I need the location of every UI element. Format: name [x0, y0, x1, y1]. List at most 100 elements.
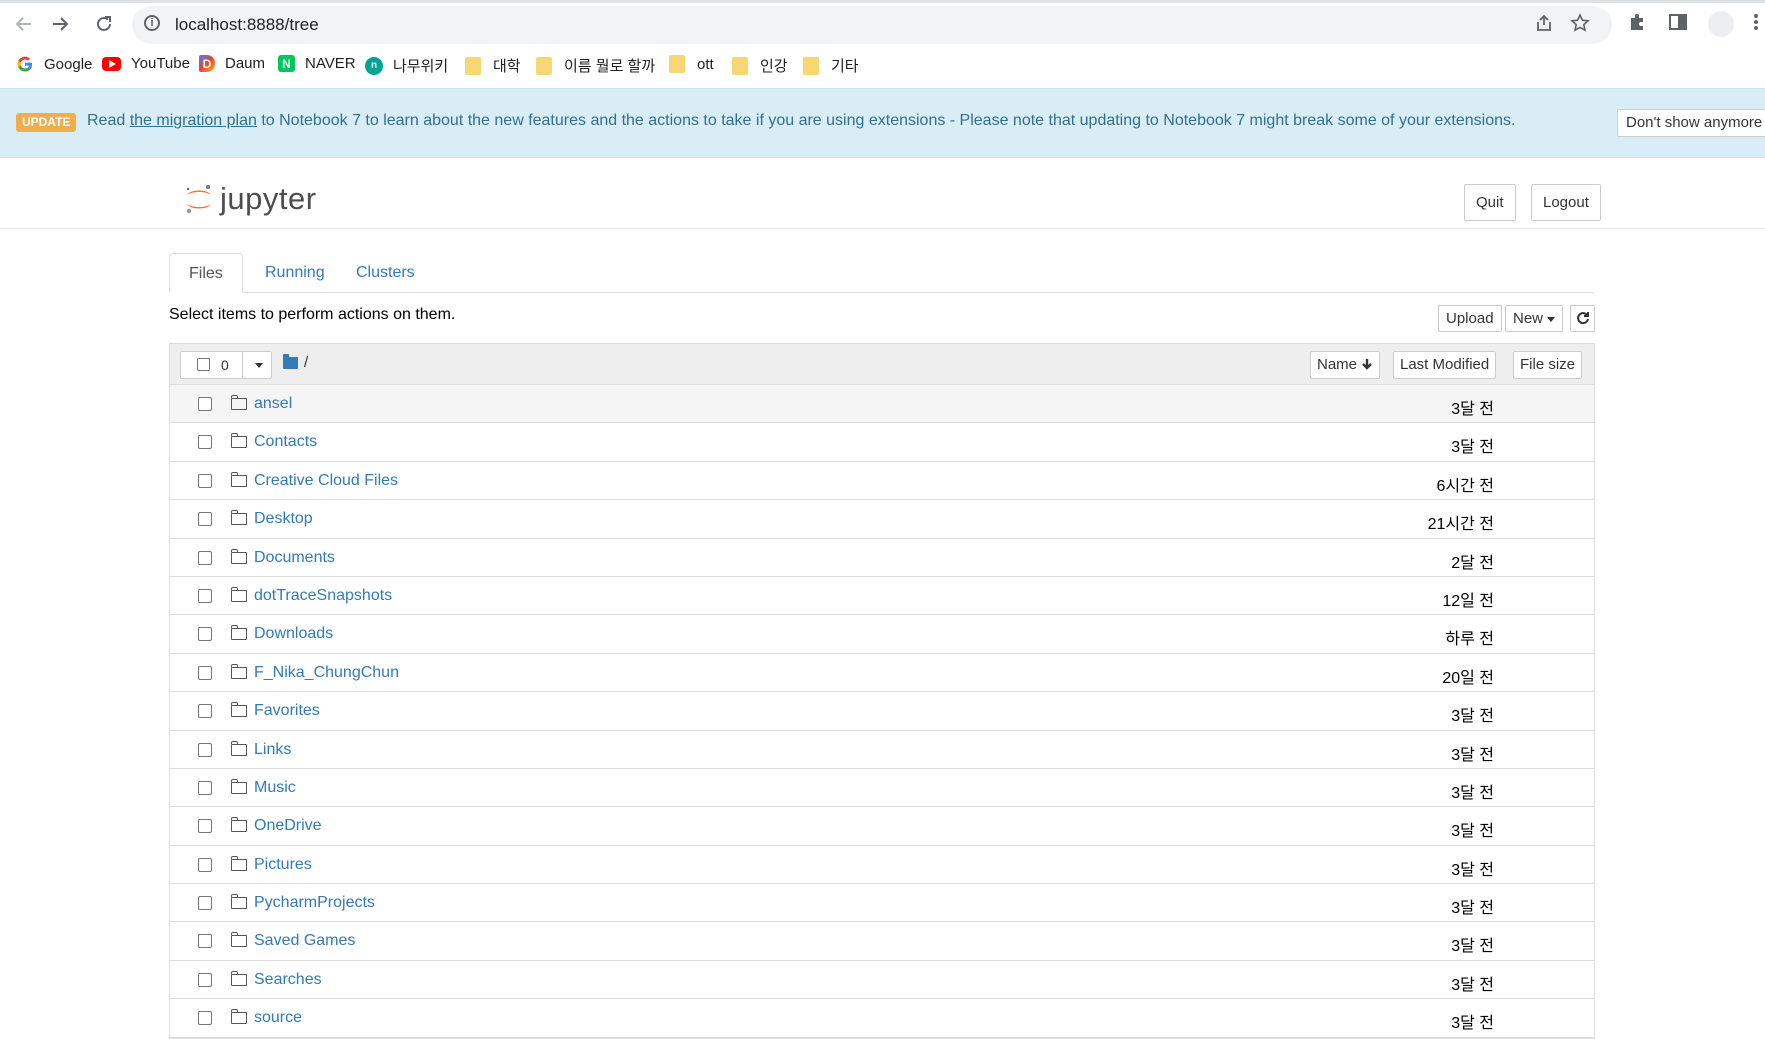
- new-button-label: New: [1513, 310, 1544, 327]
- site-info-icon[interactable]: i: [144, 15, 160, 31]
- tab-clusters[interactable]: Clusters: [337, 253, 434, 293]
- folder-link[interactable]: OneDrive: [254, 817, 322, 835]
- item-checkbox[interactable]: [198, 588, 212, 603]
- bookmark-folder-name[interactable]: 이름 뭘로 할까: [536, 55, 655, 76]
- item-checkbox[interactable]: [198, 704, 212, 719]
- list-item[interactable]: Pictures 3달 전: [170, 846, 1594, 885]
- list-item[interactable]: Contacts 3달 전: [170, 423, 1594, 462]
- refresh-button[interactable]: [1570, 305, 1595, 332]
- extensions-icon[interactable]: [1627, 11, 1649, 38]
- browser-menu-icon[interactable]: [1752, 11, 1760, 38]
- tab-files[interactable]: Files: [169, 253, 243, 293]
- item-checkbox[interactable]: [198, 972, 212, 987]
- item-checkbox[interactable]: [198, 627, 212, 642]
- update-message-prefix: Read: [87, 112, 130, 129]
- item-checkbox[interactable]: [198, 742, 212, 757]
- list-item[interactable]: Creative Cloud Files 6시간 전: [170, 462, 1594, 501]
- item-checkbox[interactable]: [198, 473, 212, 488]
- breadcrumb-root[interactable]: /: [304, 354, 308, 371]
- list-item[interactable]: Documents 2달 전: [170, 539, 1594, 577]
- migration-plan-link[interactable]: the migration plan: [130, 112, 257, 129]
- folder-link[interactable]: Favorites: [254, 702, 320, 720]
- profile-avatar-icon[interactable]: [1708, 11, 1734, 37]
- item-checkbox[interactable]: [198, 397, 212, 411]
- item-checkbox[interactable]: [198, 857, 212, 872]
- folder-link[interactable]: Pictures: [254, 856, 312, 874]
- folder-link[interactable]: F_Nika_ChungChun: [254, 664, 399, 682]
- logout-button[interactable]: Logout: [1531, 184, 1601, 221]
- bookmark-daum[interactable]: D Daum: [199, 55, 265, 72]
- bookmark-star-icon[interactable]: [1568, 13, 1592, 37]
- folder-link[interactable]: Links: [254, 741, 291, 759]
- breadcrumb[interactable]: /: [283, 353, 308, 371]
- bookmark-google[interactable]: Google: [16, 55, 92, 73]
- bookmark-folder-university[interactable]: 대학: [465, 55, 521, 76]
- url-text[interactable]: localhost:8888/tree: [175, 15, 319, 35]
- side-panel-icon[interactable]: [1667, 11, 1689, 38]
- list-item[interactable]: Music 3달 전: [170, 769, 1594, 808]
- quit-button[interactable]: Quit: [1464, 184, 1516, 221]
- new-dropdown-button[interactable]: New: [1505, 305, 1564, 332]
- list-item[interactable]: source 3달 전: [170, 999, 1594, 1038]
- folder-link[interactable]: ansel: [254, 395, 292, 413]
- bookmark-youtube[interactable]: YouTube: [102, 55, 190, 72]
- folder-link[interactable]: Creative Cloud Files: [254, 472, 398, 490]
- list-item[interactable]: Links 3달 전: [170, 731, 1594, 769]
- select-all-control[interactable]: 0: [180, 351, 272, 379]
- folder-link[interactable]: Saved Games: [254, 932, 355, 950]
- sort-by-last-modified-button[interactable]: Last Modified: [1393, 351, 1497, 379]
- list-item[interactable]: Desktop 21시간 전: [170, 500, 1594, 539]
- sort-by-name-button[interactable]: Name: [1310, 351, 1381, 379]
- selection-dropdown-icon[interactable]: [255, 363, 263, 368]
- jupyter-logo[interactable]: jupyter: [184, 181, 317, 217]
- dont-show-anymore-button[interactable]: Don't show anymore: [1617, 109, 1765, 137]
- folder-link[interactable]: Documents: [254, 549, 335, 567]
- upload-button[interactable]: Upload: [1438, 305, 1502, 332]
- folder-link[interactable]: dotTraceSnapshots: [254, 587, 392, 605]
- refresh-icon: [1577, 312, 1589, 325]
- last-modified: 3달 전: [1451, 708, 1494, 726]
- list-item[interactable]: F_Nika_ChungChun 20일 전: [170, 654, 1594, 693]
- jupyter-logo-icon: [184, 182, 214, 216]
- bookmark-folder-lectures[interactable]: 인강: [732, 55, 788, 76]
- list-item[interactable]: Favorites 3달 전: [170, 692, 1594, 731]
- folder-link[interactable]: PycharmProjects: [254, 894, 375, 912]
- item-checkbox[interactable]: [198, 896, 212, 911]
- share-icon[interactable]: [1532, 13, 1556, 37]
- folder-link[interactable]: Music: [254, 779, 296, 797]
- item-checkbox[interactable]: [198, 512, 212, 527]
- item-checkbox[interactable]: [198, 780, 212, 795]
- list-item[interactable]: PycharmProjects 3달 전: [170, 884, 1594, 923]
- tab-running[interactable]: Running: [246, 253, 344, 293]
- bookmark-folder-etc[interactable]: 기타: [803, 55, 859, 76]
- address-bar[interactable]: i localhost:8888/tree: [132, 6, 1612, 44]
- bookmark-naver[interactable]: N NAVER: [278, 55, 356, 72]
- forward-button[interactable]: [46, 10, 74, 38]
- item-checkbox[interactable]: [198, 550, 212, 565]
- bookmark-label: 기타: [831, 58, 859, 75]
- list-item[interactable]: OneDrive 3달 전: [170, 807, 1594, 846]
- list-item[interactable]: Downloads 하루 전: [170, 615, 1594, 654]
- folder-link[interactable]: source: [254, 1009, 302, 1027]
- back-button[interactable]: [10, 10, 38, 38]
- bookmark-folder-ott[interactable]: ott: [669, 55, 714, 73]
- folder-link[interactable]: Downloads: [254, 625, 333, 643]
- bookmark-namuwiki[interactable]: n 나무위키: [365, 55, 448, 76]
- reload-button[interactable]: [90, 10, 118, 38]
- list-item[interactable]: Searches 3달 전: [170, 961, 1594, 1000]
- item-checkbox[interactable]: [198, 435, 212, 450]
- bookmarks-bar: Google YouTube D Daum N NAVER n 나무위키 대학 …: [0, 46, 1765, 86]
- list-item[interactable]: Saved Games 3달 전: [170, 922, 1594, 961]
- folder-link[interactable]: Contacts: [254, 433, 317, 451]
- list-item[interactable]: ansel 3달 전: [170, 385, 1594, 424]
- folder-link[interactable]: Desktop: [254, 510, 313, 528]
- folder-link[interactable]: Searches: [254, 971, 322, 989]
- item-checkbox[interactable]: [198, 819, 212, 834]
- item-checkbox[interactable]: [198, 665, 212, 680]
- item-checkbox[interactable]: [198, 934, 212, 949]
- sort-by-file-size-button[interactable]: File size: [1513, 351, 1583, 379]
- select-all-checkbox[interactable]: [197, 358, 210, 371]
- list-item[interactable]: dotTraceSnapshots 12일 전: [170, 577, 1594, 616]
- item-checkbox[interactable]: [198, 1011, 212, 1026]
- update-message-suffix: to Notebook 7 to learn about the new fea…: [256, 112, 1516, 129]
